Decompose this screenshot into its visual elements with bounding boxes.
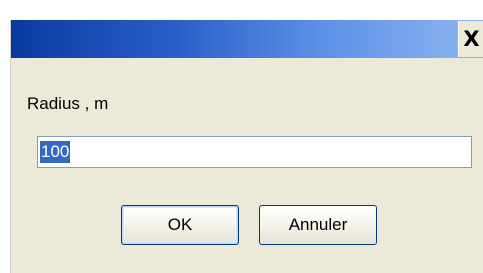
radius-dialog: X Radius , m 100 OK Annuler	[10, 20, 483, 273]
close-button[interactable]: X	[458, 21, 483, 57]
radius-input-value: 100	[40, 141, 71, 163]
cancel-button[interactable]: Annuler	[259, 205, 377, 245]
radius-input[interactable]: 100	[37, 136, 472, 168]
close-icon: X	[463, 27, 480, 51]
ok-button[interactable]: OK	[121, 205, 239, 245]
ok-button-label: OK	[167, 215, 193, 234]
title-bar[interactable]: X	[11, 20, 483, 58]
cancel-button-label: Annuler	[288, 215, 348, 234]
radius-label: Radius , m	[27, 94, 109, 113]
